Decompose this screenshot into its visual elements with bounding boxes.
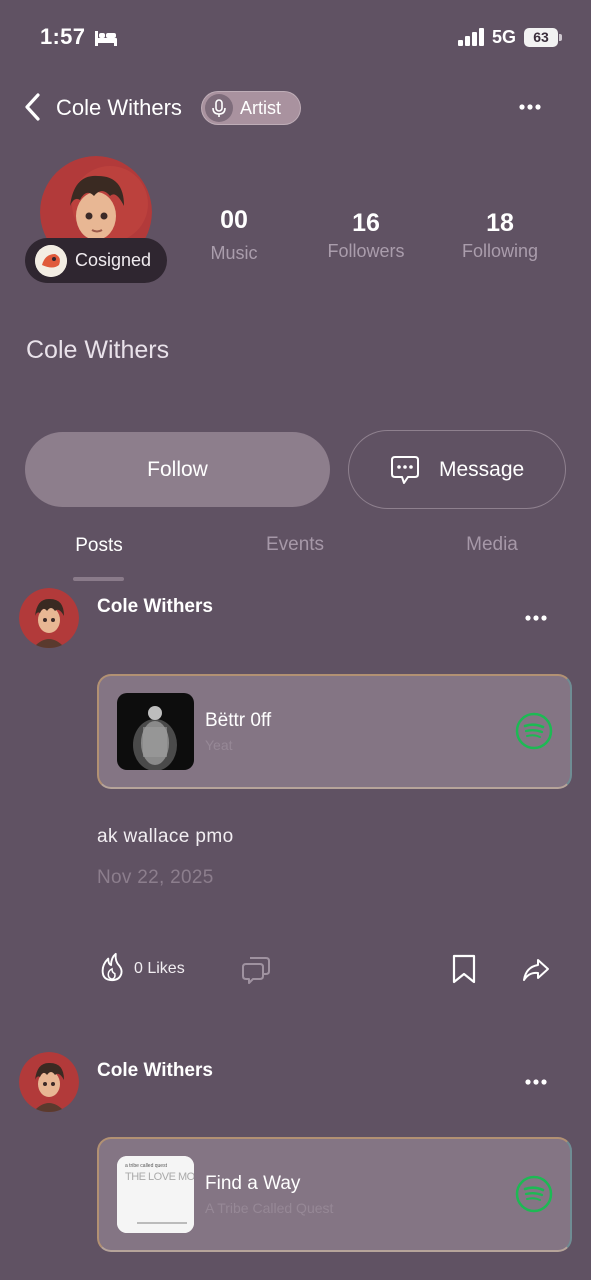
track-artist: A Tribe Called Quest (205, 1200, 334, 1216)
album-art: a tribe called quest THE LOVE MOVEMENT (117, 1156, 194, 1233)
following-count[interactable]: 18 (440, 209, 560, 238)
music-label[interactable]: Music (174, 243, 294, 264)
active-tab-indicator (73, 577, 124, 581)
chat-bubble-icon (391, 456, 419, 484)
track-card[interactable]: Bëttr 0ff Yeat (97, 674, 572, 789)
battery-level: 63 (524, 28, 558, 47)
track-title: Bëttr 0ff (205, 710, 272, 731)
post-date: Nov 22, 2025 (97, 867, 214, 888)
track-card[interactable]: a tribe called quest THE LOVE MOVEMENT F… (97, 1137, 572, 1252)
tab-media[interactable]: Media (422, 534, 562, 556)
post-more-icon[interactable] (524, 614, 548, 622)
cosigned-label: Cosigned (75, 250, 152, 270)
following-label[interactable]: Following (440, 241, 560, 262)
post-more-icon[interactable] (524, 1078, 548, 1086)
post-author-avatar[interactable] (19, 1052, 79, 1112)
spotify-icon[interactable] (515, 712, 553, 750)
spotify-icon[interactable] (515, 1175, 553, 1213)
signal-icon (458, 28, 484, 46)
likes-count[interactable]: 0 Likes (134, 960, 185, 978)
comment-icon[interactable] (242, 955, 270, 985)
profile-name: Cole Withers (26, 336, 170, 364)
album-art (117, 693, 194, 770)
artist-badge: Artist (201, 91, 301, 125)
follow-button[interactable]: Follow (25, 432, 330, 507)
bed-icon (95, 31, 117, 46)
post-author-avatar[interactable] (19, 588, 79, 648)
battery-icon: 63 (524, 28, 562, 47)
message-label: Message (439, 458, 525, 481)
share-icon[interactable] (522, 955, 550, 985)
music-count[interactable]: 00 (174, 206, 294, 235)
track-artist: Yeat (205, 737, 233, 753)
microphone-icon (205, 94, 233, 122)
cosigned-badge: Cosigned (25, 238, 167, 283)
svg-text:a tribe called quest: a tribe called quest (125, 1163, 168, 1169)
flame-like-icon[interactable] (98, 952, 126, 982)
post-author-name[interactable]: Cole Withers (97, 596, 213, 618)
status-time: 1:57 (40, 24, 86, 49)
svg-text:THE LOVE MOVEMENT: THE LOVE MOVEMENT (125, 1171, 194, 1183)
bookmark-icon[interactable] (450, 954, 478, 984)
track-title: Find a Way (205, 1173, 301, 1194)
post-text: ak wallace pmo (97, 826, 234, 847)
post-author-name[interactable]: Cole Withers (97, 1060, 213, 1082)
tab-posts[interactable]: Posts (29, 535, 169, 557)
network-label: 5G (492, 27, 517, 47)
followers-count[interactable]: 16 (306, 209, 426, 238)
tab-events[interactable]: Events (225, 534, 365, 556)
cosigned-logo-icon (35, 245, 67, 277)
artist-badge-label: Artist (240, 98, 282, 118)
followers-label[interactable]: Followers (306, 241, 426, 262)
header-title: Cole Withers (56, 95, 182, 120)
back-icon[interactable] (22, 92, 44, 122)
more-options-icon[interactable] (518, 103, 542, 111)
message-button[interactable]: Message (348, 430, 566, 509)
